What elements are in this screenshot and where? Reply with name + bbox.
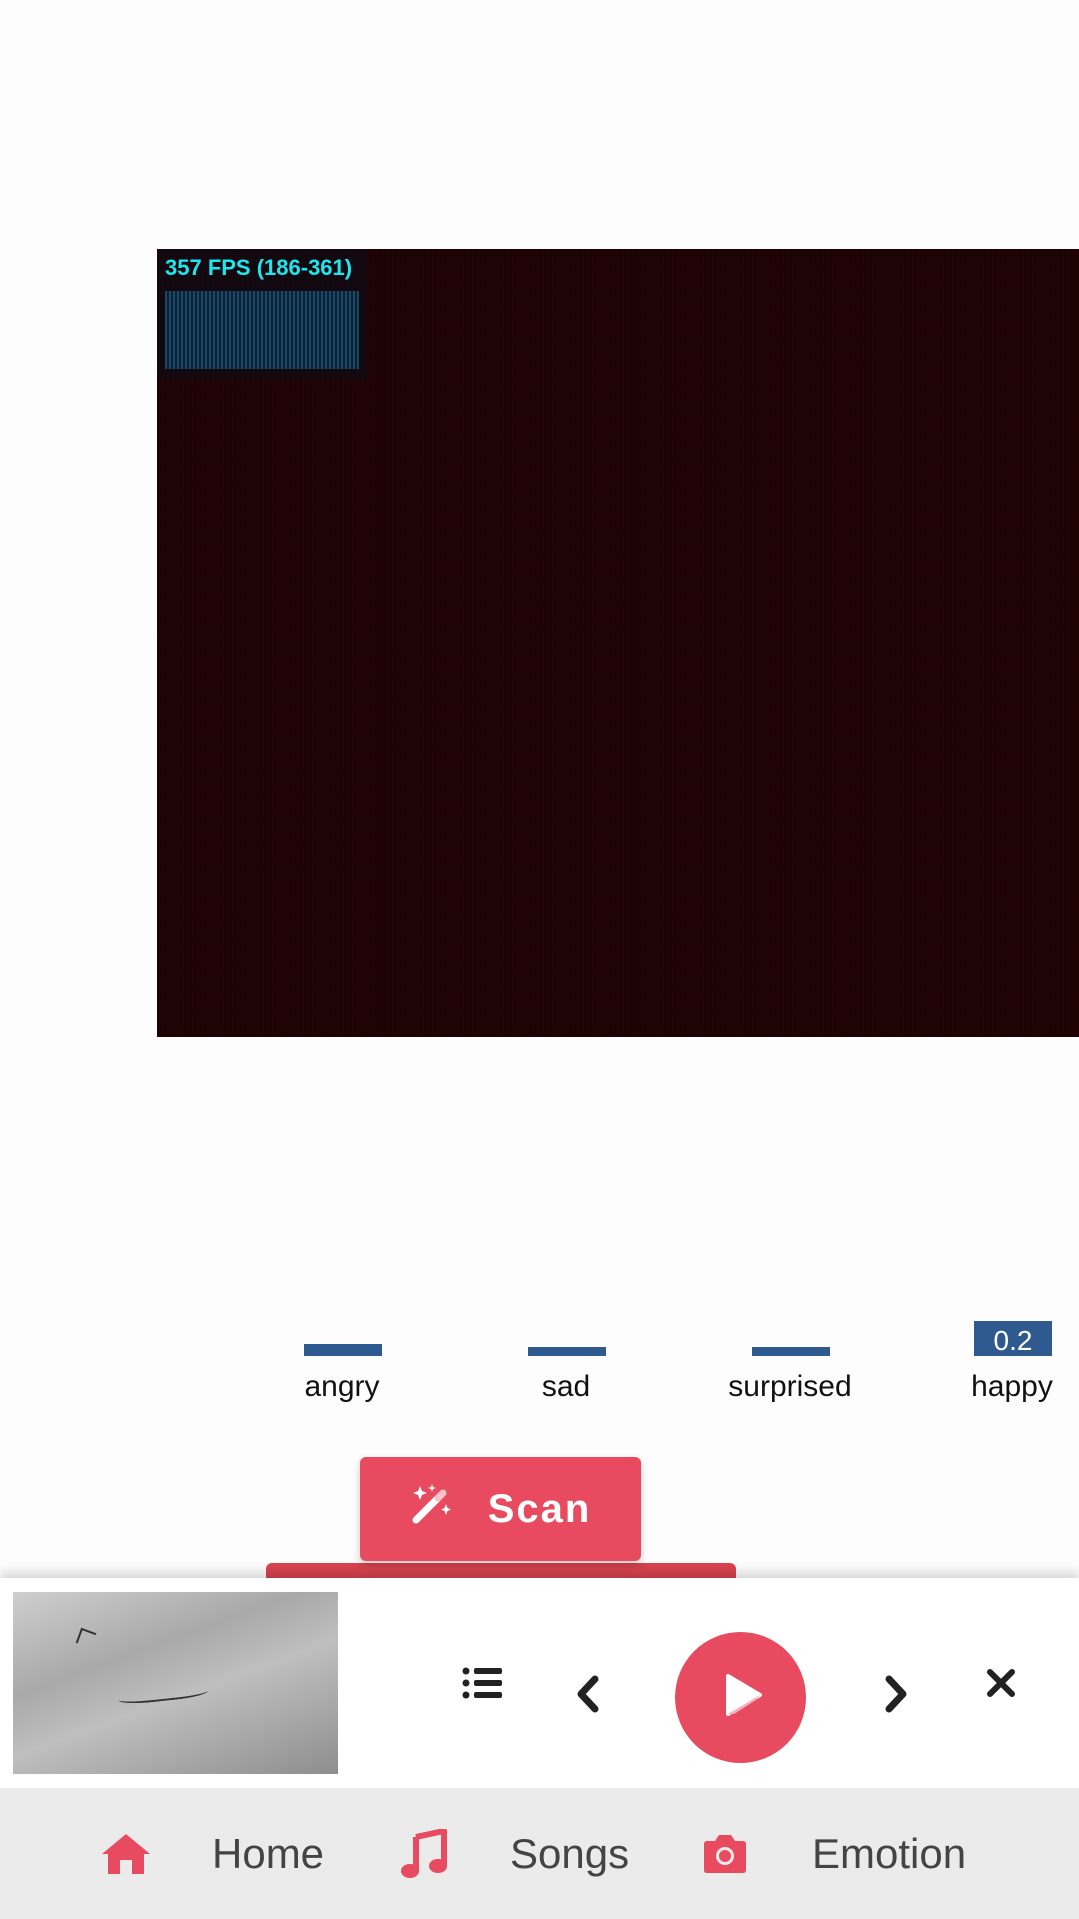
emotion-sad: sad (486, 1300, 646, 1420)
music-note-icon (400, 1828, 448, 1879)
camera-icon (700, 1832, 750, 1876)
previous-icon[interactable] (572, 1672, 602, 1716)
nav-label-home: Home (212, 1829, 325, 1877)
emotion-label: surprised (728, 1370, 852, 1403)
emotion-label: happy (971, 1370, 1053, 1403)
album-art[interactable] (13, 1592, 338, 1774)
emotion-bar (752, 1347, 830, 1356)
emotion-bar (304, 1344, 382, 1356)
scan-button[interactable]: Scan (360, 1457, 641, 1561)
emotion-bar: 0.2 (974, 1321, 1052, 1356)
play-button[interactable] (675, 1632, 806, 1763)
camera-feed: 357 FPS (186-361) (157, 249, 1079, 1037)
play-icon (716, 1670, 766, 1725)
mini-player (0, 1578, 1079, 1788)
nav-item-songs[interactable]: Songs (400, 1788, 629, 1919)
emotion-bar (528, 1347, 606, 1356)
scan-button-label: Scan (487, 1486, 592, 1531)
magic-wand-icon (410, 1482, 454, 1536)
emotion-happy: 0.2 happy (932, 1300, 1079, 1420)
emotion-label: sad (541, 1370, 591, 1403)
fps-graph (165, 291, 359, 369)
nav-label-emotion: Emotion (812, 1829, 967, 1877)
thumbnail-mark (117, 1682, 209, 1706)
emotion-surprised: surprised (710, 1300, 870, 1420)
emotion-label: angry (304, 1370, 380, 1403)
playlist-icon[interactable] (460, 1661, 504, 1705)
nav-item-home[interactable]: Home (98, 1788, 324, 1919)
next-icon[interactable] (882, 1672, 912, 1716)
emotion-chart: angry sad surprised 0.2 happy (240, 1300, 1053, 1430)
emotion-angry: angry (262, 1300, 422, 1420)
nav-item-emotion[interactable]: Emotion (700, 1788, 966, 1919)
home-icon (98, 1830, 154, 1878)
fps-text: 357 FPS (186-361) (165, 255, 353, 280)
bottom-nav: Home Songs Emotion (0, 1788, 1079, 1919)
thumbnail-mark (75, 1627, 97, 1649)
nav-label-songs: Songs (510, 1829, 630, 1877)
fps-stats-panel: 357 FPS (186-361) (157, 249, 367, 379)
close-icon[interactable] (984, 1666, 1018, 1700)
app-root: 357 FPS (186-361) angry sad surprised 0.… (0, 0, 1079, 1919)
